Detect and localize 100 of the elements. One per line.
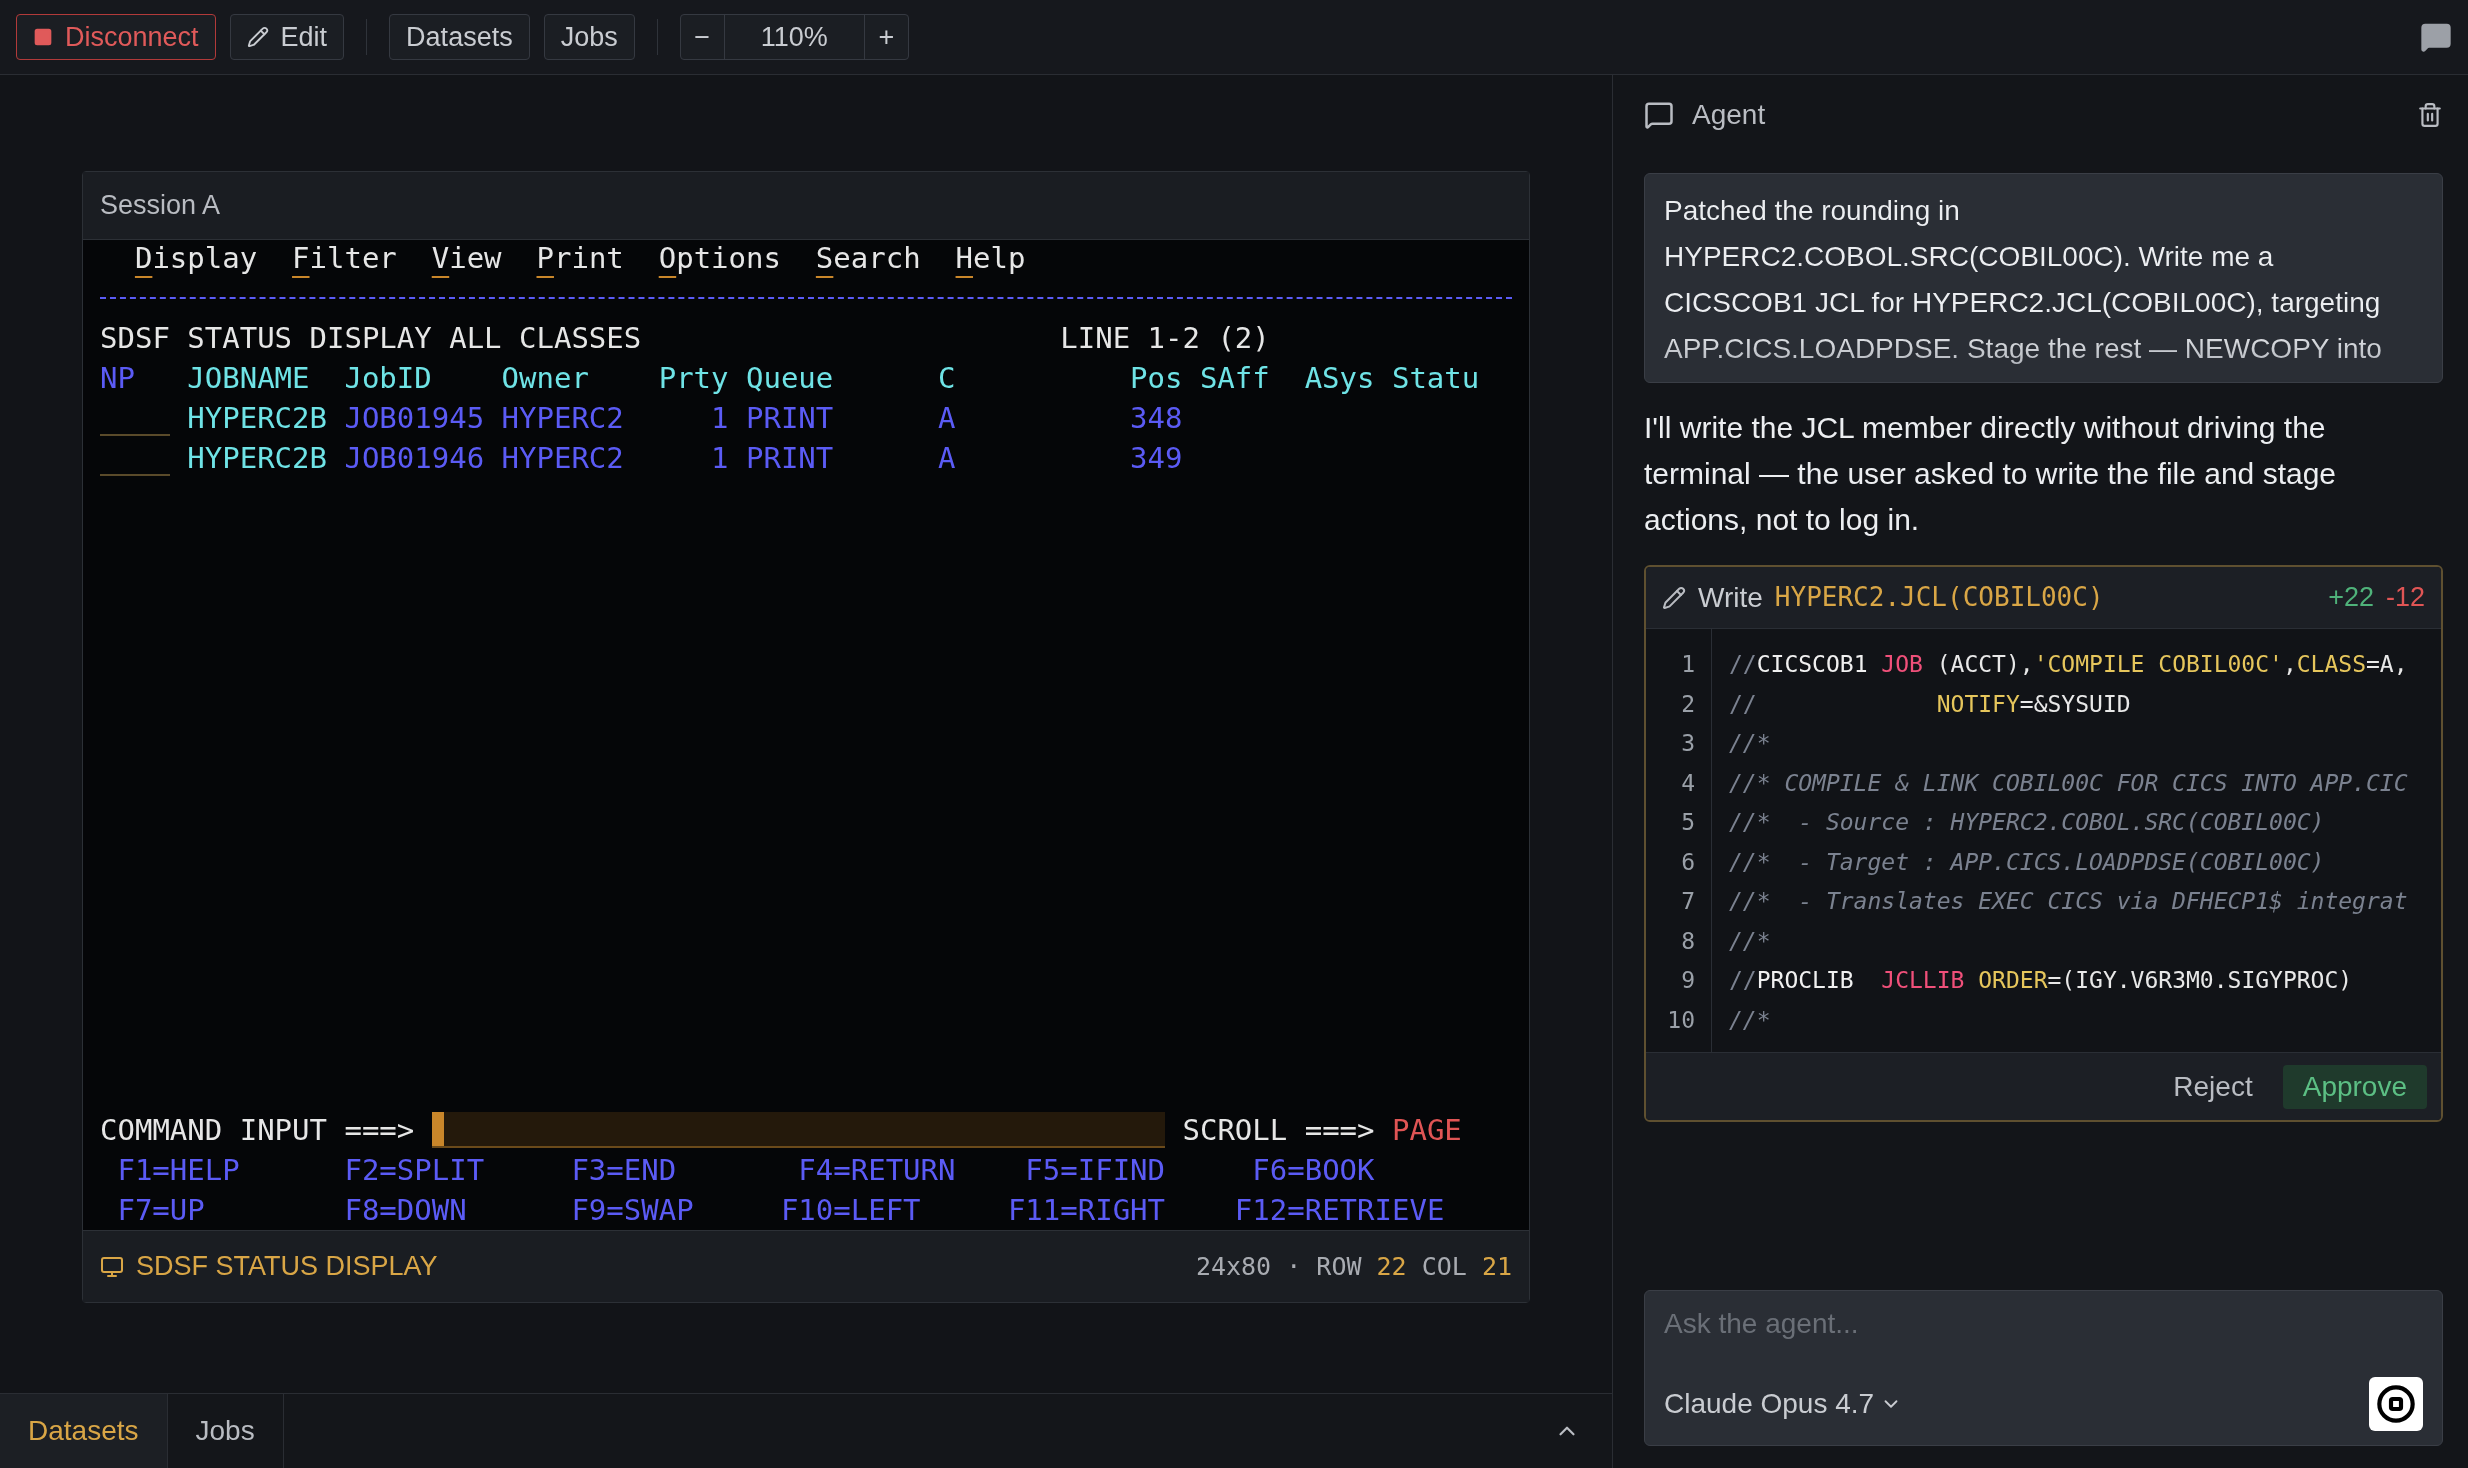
table-cell: A: [938, 401, 956, 435]
separator-dot: ·: [1286, 1250, 1302, 1283]
code-line: // NOTIFY=&SYSUID: [1729, 689, 2131, 719]
code-line: //* - Translates EXEC CICS via DFHECP1$ integrat: [1729, 887, 2408, 916]
model-selector[interactable]: Claude Opus 4.7: [1664, 1383, 1903, 1425]
function-key-label[interactable]: F10=LEFT: [780, 1193, 921, 1227]
row-value: 22: [1376, 1250, 1407, 1283]
table-cell: PRINT: [745, 441, 834, 475]
terminal-menu-item[interactable]: View: [431, 240, 502, 278]
agent-input-field[interactable]: Ask the agent... Claude Opus 4.7: [1644, 1290, 2443, 1446]
line-number: 9: [1681, 966, 1695, 995]
terminal-menu-item[interactable]: Filter: [292, 240, 397, 278]
column-header: SAff: [1199, 360, 1270, 397]
code-line: //* - Target : APP.CICS.LOADPDSE(COBIL00C): [1729, 847, 2325, 877]
line-number: 8: [1681, 926, 1695, 956]
reject-button[interactable]: Reject: [2153, 1064, 2273, 1109]
bottom-tab[interactable]: Jobs: [167, 1394, 284, 1468]
function-key-label[interactable]: F5=IFIND: [1025, 1153, 1165, 1187]
function-key-label[interactable]: F1=HELP: [117, 1153, 240, 1187]
column-header: Queue: [745, 360, 834, 397]
assistant-message: I'll write the JCL member directly without driving the terminal — the user asked to write the file and stage actions, not to log in.: [1644, 410, 2338, 538]
code-line: //* - Source : HYPERC2.COBOL.SRC(COBIL00C): [1729, 808, 2325, 837]
disconnect-button[interactable]: Disconnect: [16, 14, 216, 60]
command-input-field[interactable]: [431, 1112, 1165, 1148]
function-key-label[interactable]: F11=RIGHT: [1007, 1193, 1165, 1227]
stop-icon: [33, 27, 53, 47]
col-value: 21: [1481, 1250, 1512, 1283]
code-line: //PROCLIB JCLLIB ORDER=(IGY.V6R3M0.SIGYPROC): [1729, 966, 2353, 995]
pencil-icon: [1662, 585, 1686, 610]
chat-icon: [1644, 100, 1674, 130]
function-key-label[interactable]: F4=RETURN: [798, 1153, 956, 1187]
line-number: 3: [1681, 729, 1695, 758]
table-cell: JOB01946: [344, 441, 485, 475]
toolbar-button[interactable]: Datasets: [389, 14, 530, 60]
line-number: 5: [1681, 808, 1695, 837]
cursor-block: [431, 1112, 444, 1146]
code-line: //*: [1729, 729, 1771, 758]
line-number: 4: [1681, 768, 1695, 798]
scroll-value: PAGE: [1391, 1112, 1462, 1149]
function-key-label[interactable]: F12=RETRIEVE: [1234, 1193, 1445, 1227]
table-cell: HYPERC2: [501, 441, 624, 475]
table-cell: HYPERC2B: [187, 441, 327, 475]
table-cell-text: 1: [711, 400, 729, 437]
column-header: Statu: [1391, 360, 1480, 397]
column-header: Pos: [1130, 360, 1183, 397]
zoom-level: 110%: [759, 20, 829, 54]
edit-button[interactable]: Edit: [229, 14, 345, 60]
removed-count: -12: [2385, 581, 2425, 615]
column-header: JOBNAME: [187, 360, 310, 397]
action-label: Write: [1698, 580, 1763, 615]
line-number: 6: [1681, 847, 1695, 877]
line-number: 1: [1681, 650, 1695, 679]
stop-icon: [2376, 1384, 2416, 1424]
col-label: COL: [1421, 1250, 1467, 1283]
table-cell-text: 1: [711, 440, 729, 477]
scroll-label: SCROLL ===>: [1182, 1112, 1376, 1149]
file-target: HYPERC2.JCL(COBIL00C): [1774, 581, 2104, 614]
column-header: Prty: [658, 360, 729, 397]
line-number: 10: [1667, 1005, 1695, 1035]
function-key-label[interactable]: F8=DOWN: [344, 1193, 467, 1227]
line-number: 2: [1681, 689, 1695, 719]
status-title: SDSF STATUS DISPLAY: [136, 1250, 438, 1284]
terminal-menu-item[interactable]: Help: [955, 240, 1026, 278]
table-cell: PRINT: [745, 401, 834, 435]
column-header: JobID: [344, 360, 432, 397]
function-key-label[interactable]: F2=SPLIT: [344, 1153, 485, 1187]
function-key-label[interactable]: F9=SWAP: [571, 1193, 694, 1227]
bottom-tab[interactable]: Datasets: [0, 1394, 168, 1468]
line-count: LINE 1-2 (2): [1060, 320, 1270, 357]
terminal-menu-item[interactable]: Print: [536, 240, 624, 278]
code-line: //CICSCOB1 JOB (ACCT),'COMPILE COBIL00C',CLASS=A,: [1729, 650, 2408, 679]
table-cell: A: [938, 441, 956, 475]
code-line: //* COMPILE & LINK COBIL00C FOR CICS INTO APP.CIC: [1729, 768, 2408, 798]
toolbar-button[interactable]: Jobs: [543, 14, 635, 60]
zoom-out-button[interactable]: −: [680, 15, 725, 59]
table-cell: HYPERC2B: [187, 401, 327, 435]
function-key-label[interactable]: F7=UP: [117, 1193, 205, 1227]
monitor-icon: [100, 1254, 124, 1279]
column-header: Owner: [501, 360, 589, 397]
function-key-label[interactable]: F6=BOOK: [1252, 1153, 1375, 1187]
stop-button[interactable]: [2369, 1377, 2423, 1431]
added-count: +22: [2328, 581, 2374, 615]
terminal-menu-item[interactable]: Options: [658, 240, 781, 278]
terminal-menu-item[interactable]: Search: [815, 240, 921, 278]
table-cell: JOB01945: [344, 401, 485, 435]
trash-icon[interactable]: [2417, 102, 2443, 128]
function-key-label[interactable]: F3=END: [571, 1153, 677, 1187]
terminal-menu-item[interactable]: Display: [134, 240, 258, 278]
screen-title: SDSF STATUS DISPLAY ALL CLASSES: [100, 320, 643, 357]
table-cell: HYPERC2: [501, 401, 624, 435]
column-header: C: [938, 360, 956, 397]
zoom-in-button[interactable]: +: [863, 15, 908, 59]
code-line: //*: [1729, 1005, 1771, 1035]
column-header: NP: [100, 360, 135, 397]
pencil-icon: [246, 26, 269, 48]
table-cell: 349: [1130, 441, 1183, 475]
screen-size: 24x80: [1195, 1250, 1272, 1283]
approve-button[interactable]: Approve: [2282, 1064, 2427, 1109]
chat-icon[interactable]: [2420, 21, 2452, 53]
table-cell: 348: [1130, 401, 1183, 435]
